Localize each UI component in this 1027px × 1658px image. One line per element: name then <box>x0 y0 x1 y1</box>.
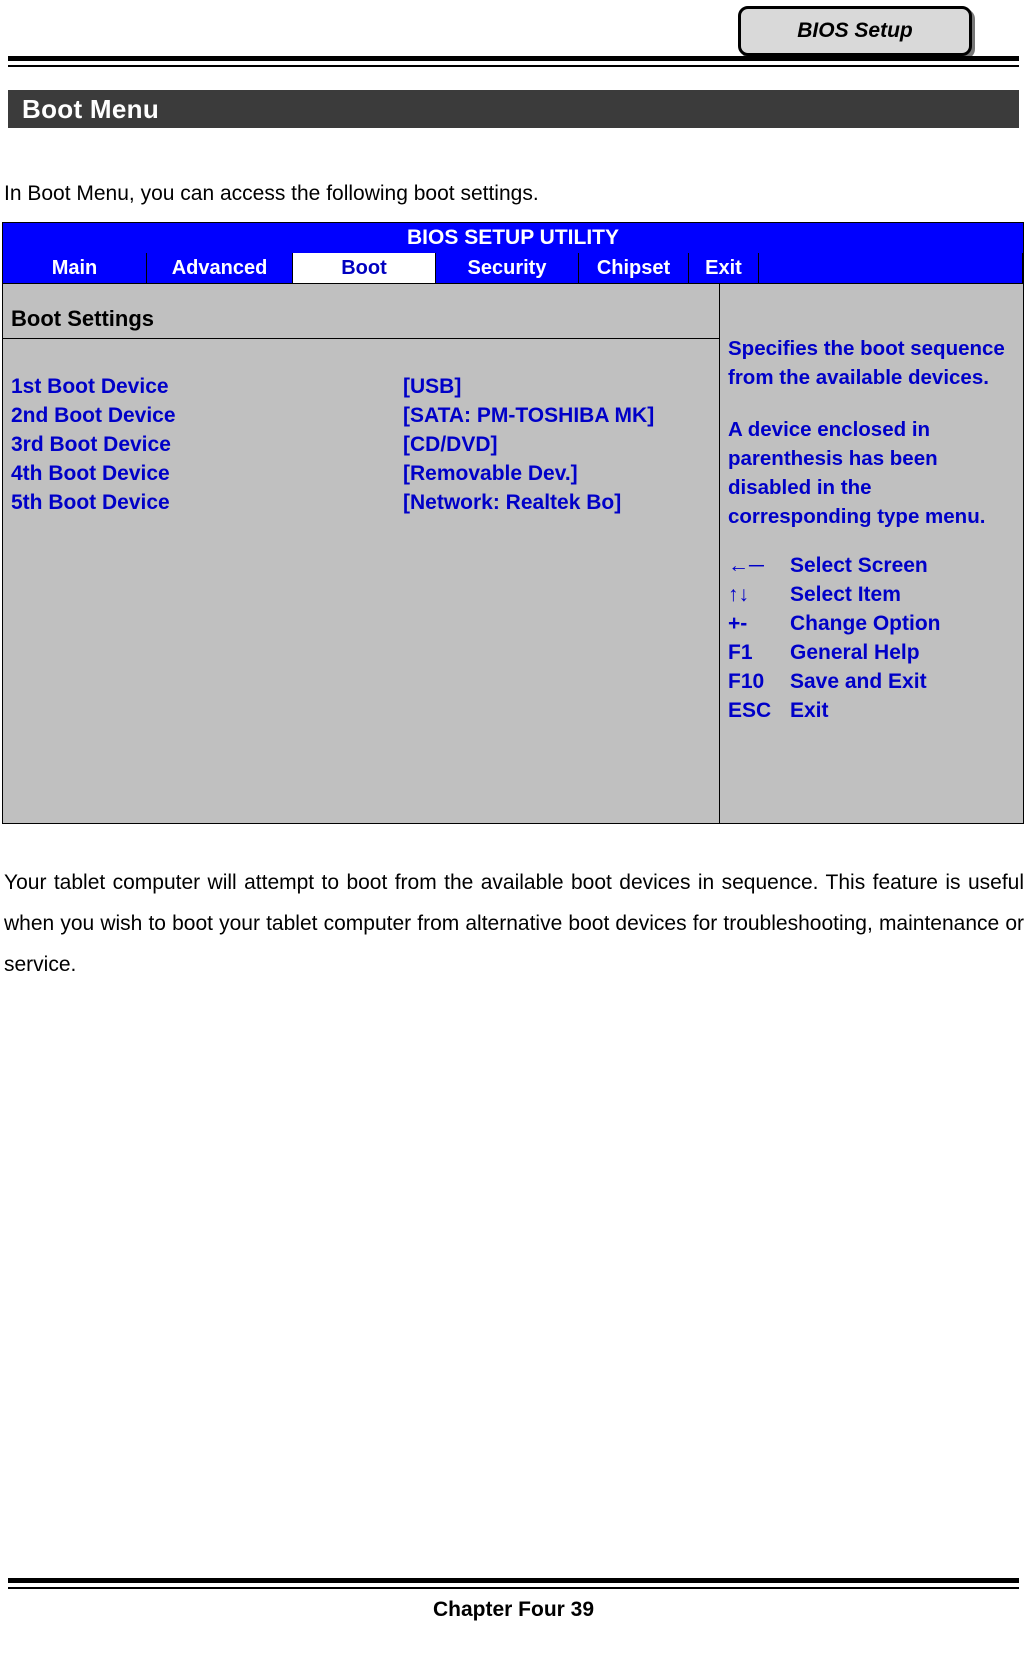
bios-setup-screenshot: BIOS SETUP UTILITY Main Advanced Boot Se… <box>2 222 1024 824</box>
key-description: Select Item <box>790 583 901 606</box>
key-glyph: ↑↓ <box>728 583 749 606</box>
boot-device-row[interactable]: 2nd Boot Device [SATA: PM-TOSHIBA MK] <box>3 404 719 433</box>
boot-device-row[interactable]: 4th Boot Device [Removable Dev.] <box>3 462 719 491</box>
tab-main-label: Main <box>51 256 98 279</box>
boot-device-label: 4th Boot Device <box>11 462 170 485</box>
key-glyph: F10 <box>728 670 765 693</box>
key-legend-row: F1 General Help <box>728 641 1017 670</box>
tab-security-label: Security <box>467 256 547 279</box>
boot-device-value: [Removable Dev.] <box>403 462 578 485</box>
boot-settings-pane: Boot Settings 1st Boot Device [USB] 2nd … <box>3 284 720 823</box>
tab-boot[interactable]: Boot <box>293 253 436 283</box>
boot-device-label: 1st Boot Device <box>11 375 169 398</box>
help-gap-2 <box>728 531 1017 554</box>
body-paragraph: Your tablet computer will attempt to boo… <box>4 871 1024 976</box>
boot-device-row[interactable]: 5th Boot Device [Network: Realtek Bo] <box>3 491 719 520</box>
key-description: Exit <box>790 699 829 722</box>
intro-paragraph: In Boot Menu, you can access the followi… <box>4 182 539 205</box>
key-glyph: ESC <box>728 699 772 722</box>
key-description: General Help <box>790 641 920 664</box>
header-divider-rule <box>8 56 1019 67</box>
bios-title-bar: BIOS SETUP UTILITY <box>3 223 1023 253</box>
key-legend-row: ESC Exit <box>728 699 1017 728</box>
page-header: BIOS Setup <box>0 0 1027 72</box>
bios-setup-tab-label: BIOS Setup <box>797 19 913 42</box>
key-legend-row: +- Change Option <box>728 612 1017 641</box>
tab-advanced-label: Advanced <box>171 256 268 279</box>
boot-device-value: [Network: Realtek Bo] <box>403 491 622 514</box>
boot-device-row[interactable]: 3rd Boot Device [CD/DVD] <box>3 433 719 462</box>
key-legend: ←─ Select Screen ↑↓ Select Item +- Chang… <box>728 554 1017 728</box>
boot-device-label: 2nd Boot Device <box>11 404 176 427</box>
bios-content-area: Boot Settings 1st Boot Device [USB] 2nd … <box>3 284 1023 823</box>
key-description: Select Screen <box>790 554 928 577</box>
boot-device-list: 1st Boot Device [USB] 2nd Boot Device [S… <box>3 339 719 520</box>
help-gap <box>728 392 1017 415</box>
tab-exit[interactable]: Exit <box>689 253 759 283</box>
boot-device-value: [USB] <box>403 375 462 398</box>
key-legend-row: ←─ Select Screen <box>728 554 1017 583</box>
key-glyph: F1 <box>728 641 753 664</box>
boot-settings-heading: Boot Settings <box>11 306 154 331</box>
boot-device-value: [CD/DVD] <box>403 433 498 456</box>
tab-security[interactable]: Security <box>436 253 579 283</box>
tab-exit-label: Exit <box>705 256 742 279</box>
key-legend-row: ↑↓ Select Item <box>728 583 1017 612</box>
help-paragraph-2: A device enclosed in parenthesis has bee… <box>728 418 986 528</box>
boot-device-row[interactable]: 1st Boot Device [USB] <box>3 375 719 404</box>
footer-page-label: Chapter Four 39 <box>432 1598 595 1621</box>
bios-menu-bar: Main Advanced Boot Security Chipset Exit <box>3 253 1023 284</box>
tab-main[interactable]: Main <box>3 253 147 283</box>
section-title-bar: Boot Menu <box>8 90 1019 128</box>
menu-bar-filler <box>759 253 1023 283</box>
help-pane: Specifies the boot sequence from the ava… <box>720 284 1023 823</box>
help-paragraph-1: Specifies the boot sequence from the ava… <box>728 337 1005 389</box>
bios-setup-tab: BIOS Setup <box>738 6 972 56</box>
key-legend-row: F10 Save and Exit <box>728 670 1017 699</box>
key-description: Save and Exit <box>790 670 927 693</box>
bios-title-label: BIOS SETUP UTILITY <box>407 226 619 249</box>
boot-device-label: 5th Boot Device <box>11 491 170 514</box>
tab-chipset[interactable]: Chipset <box>579 253 689 283</box>
key-description: Change Option <box>790 612 941 635</box>
key-glyph: +- <box>728 612 748 635</box>
pane-top-spacer <box>3 284 719 306</box>
boot-device-label: 3rd Boot Device <box>11 433 171 456</box>
tab-boot-label: Boot <box>341 256 387 279</box>
footer-divider-rule <box>8 1578 1019 1589</box>
tab-chipset-label: Chipset <box>596 256 671 279</box>
tab-advanced[interactable]: Advanced <box>147 253 293 283</box>
key-glyph: ←─ <box>728 554 764 577</box>
boot-device-value: [SATA: PM-TOSHIBA MK] <box>403 404 655 427</box>
page-title: Boot Menu <box>22 93 160 124</box>
